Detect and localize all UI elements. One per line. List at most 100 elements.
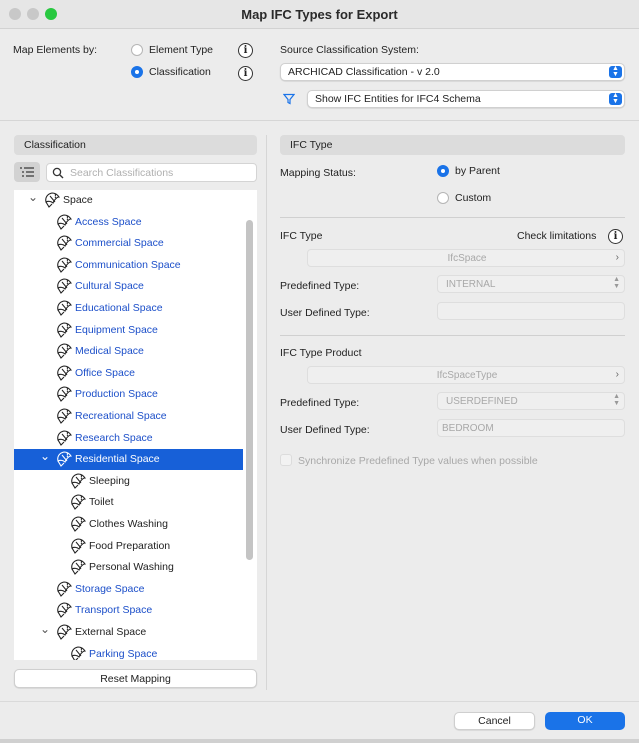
tree-item[interactable]: ! Cultural Space (14, 276, 243, 297)
tree-scrollbar-thumb[interactable] (246, 220, 253, 560)
tree-item[interactable]: ! Food Preparation (14, 536, 243, 557)
ifc-type-value: IfcSpace (447, 253, 487, 264)
svg-text:!: ! (80, 647, 83, 654)
svg-text:!: ! (80, 495, 83, 502)
classification-tree[interactable]: ⌄! Space! Access Space! Commercial Space! Co… (14, 190, 257, 660)
tree-item[interactable]: ! Equipment Space (14, 320, 243, 341)
list-tree-icon (20, 167, 34, 177)
svg-text:!: ! (54, 193, 57, 200)
element-type-info-icon[interactable]: i (238, 43, 253, 58)
footer-divider (0, 701, 639, 702)
tree-item-label: Residential Space (75, 453, 160, 466)
sync-predefined-label: Synchronize Predefined Type values when … (298, 455, 538, 467)
tree-item[interactable]: ! Research Space (14, 428, 243, 449)
ifc-type-product-value: IfcSpaceType (436, 370, 498, 381)
ifc-classification-icon: ! (69, 645, 87, 660)
ifc-schema-filter-select[interactable]: Show IFC Entities for IFC4 Schema ▲ ▼ (307, 90, 625, 108)
svg-text:!: ! (80, 517, 83, 524)
ifc-classification-icon: ! (69, 472, 87, 490)
by-parent-label: by Parent (455, 165, 500, 177)
reset-mapping-button[interactable]: Reset Mapping (14, 669, 257, 688)
window-bottom-edge (0, 739, 639, 743)
ifc-classification-icon: ! (43, 191, 61, 209)
tree-item[interactable]: ! Clothes Washing (14, 514, 243, 535)
radio-custom[interactable] (437, 192, 449, 204)
cancel-button[interactable]: Cancel (454, 712, 535, 730)
tree-item[interactable]: ! Storage Space (14, 579, 243, 600)
ifc-classification-icon: ! (55, 623, 73, 641)
tree-item[interactable]: ! Personal Washing (14, 557, 243, 578)
tree-item[interactable]: ⌄! External Space (14, 622, 243, 643)
tree-item[interactable]: ! Recreational Space (14, 406, 243, 427)
check-limitations-info-icon[interactable]: i (608, 229, 623, 244)
product-user-defined-type-label: User Defined Type: (280, 424, 370, 436)
ok-button[interactable]: OK (545, 712, 625, 730)
tree-item[interactable]: ! Production Space (14, 384, 243, 405)
panel-divider (266, 135, 267, 690)
updown-chevron-icon: ▲ ▼ (609, 65, 622, 78)
svg-text:!: ! (80, 539, 83, 546)
tree-item[interactable]: ! Communication Space (14, 255, 243, 276)
tree-item[interactable]: ⌄! Residential Space (14, 449, 243, 471)
ifc-classification-icon: ! (55, 364, 73, 382)
radio-by-parent[interactable] (437, 165, 449, 177)
ifc-classification-icon: ! (55, 234, 73, 252)
chevron-down-icon[interactable]: ⌄ (40, 449, 50, 463)
svg-text:!: ! (66, 323, 69, 330)
user-defined-type-label: User Defined Type: (280, 307, 370, 319)
cancel-label: Cancel (478, 715, 511, 727)
user-defined-type-field (437, 302, 625, 320)
chevron-down-icon[interactable]: ⌄ (40, 622, 50, 636)
tree-item[interactable]: ! Office Space (14, 363, 243, 384)
separator (280, 217, 625, 218)
tree-item[interactable]: ! Commercial Space (14, 233, 243, 254)
mapping-status-label: Mapping Status: (280, 167, 356, 179)
tree-item[interactable]: ! Sleeping (14, 471, 243, 492)
tree-item[interactable]: ! Access Space (14, 212, 243, 233)
radio-element-type[interactable] (131, 44, 143, 56)
tree-item[interactable]: ⌄! Space (14, 190, 243, 211)
ifc-schema-filter-value: Show IFC Entities for IFC4 Schema (315, 93, 481, 105)
filter-icon[interactable] (282, 93, 296, 105)
product-predefined-type-select: USERDEFINED ▲ ▼ (437, 392, 625, 410)
window-title: Map IFC Types for Export (241, 7, 398, 22)
ifc-classification-icon: ! (55, 299, 73, 317)
tree-view-toggle-button[interactable] (14, 162, 40, 182)
tree-item-label: Research Space (75, 431, 153, 444)
ifc-classification-icon: ! (69, 537, 87, 555)
svg-text:!: ! (80, 560, 83, 567)
separator (280, 335, 625, 336)
tree-item[interactable]: ! Parking Space (14, 644, 243, 660)
source-system-select[interactable]: ARCHICAD Classification - v 2.0 ▲ ▼ (280, 63, 625, 81)
ifc-type-product-label: IFC Type Product (280, 347, 362, 359)
tree-item[interactable]: ! Medical Space (14, 341, 243, 362)
updown-chevron-icon: ▲ ▼ (613, 393, 620, 407)
reset-mapping-label: Reset Mapping (100, 673, 171, 685)
chevron-down-icon[interactable]: ⌄ (28, 190, 38, 204)
updown-chevron-icon: ▲ ▼ (609, 92, 622, 105)
ifc-classification-icon: ! (55, 450, 73, 468)
svg-text:!: ! (66, 344, 69, 351)
search-classifications-input[interactable]: Search Classifications (46, 163, 257, 182)
ifc-classification-icon: ! (55, 213, 73, 231)
tree-item-label: Production Space (75, 388, 158, 401)
ifc-type-field: IfcSpace › (307, 249, 625, 267)
ifc-type-label: IFC Type (280, 230, 323, 242)
search-icon (52, 167, 64, 179)
tree-item[interactable]: ! Transport Space (14, 600, 243, 621)
tree-item-label: Access Space (75, 215, 142, 228)
radio-classification[interactable] (131, 66, 143, 78)
svg-text:!: ! (66, 258, 69, 265)
tree-item-label: External Space (75, 626, 147, 638)
svg-text:!: ! (66, 452, 69, 459)
custom-label: Custom (455, 192, 492, 204)
ifc-type-product-field: IfcSpaceType › (307, 366, 625, 384)
tree-item[interactable]: ! Toilet (14, 492, 243, 513)
classification-info-icon[interactable]: i (238, 66, 253, 81)
tree-item[interactable]: ! Educational Space (14, 298, 243, 319)
ifc-classification-icon: ! (55, 256, 73, 274)
sync-predefined-checkbox (280, 454, 292, 466)
tree-item-label: Space (63, 194, 93, 206)
tree-item-label: Parking Space (89, 647, 158, 660)
ok-label: OK (577, 714, 593, 726)
